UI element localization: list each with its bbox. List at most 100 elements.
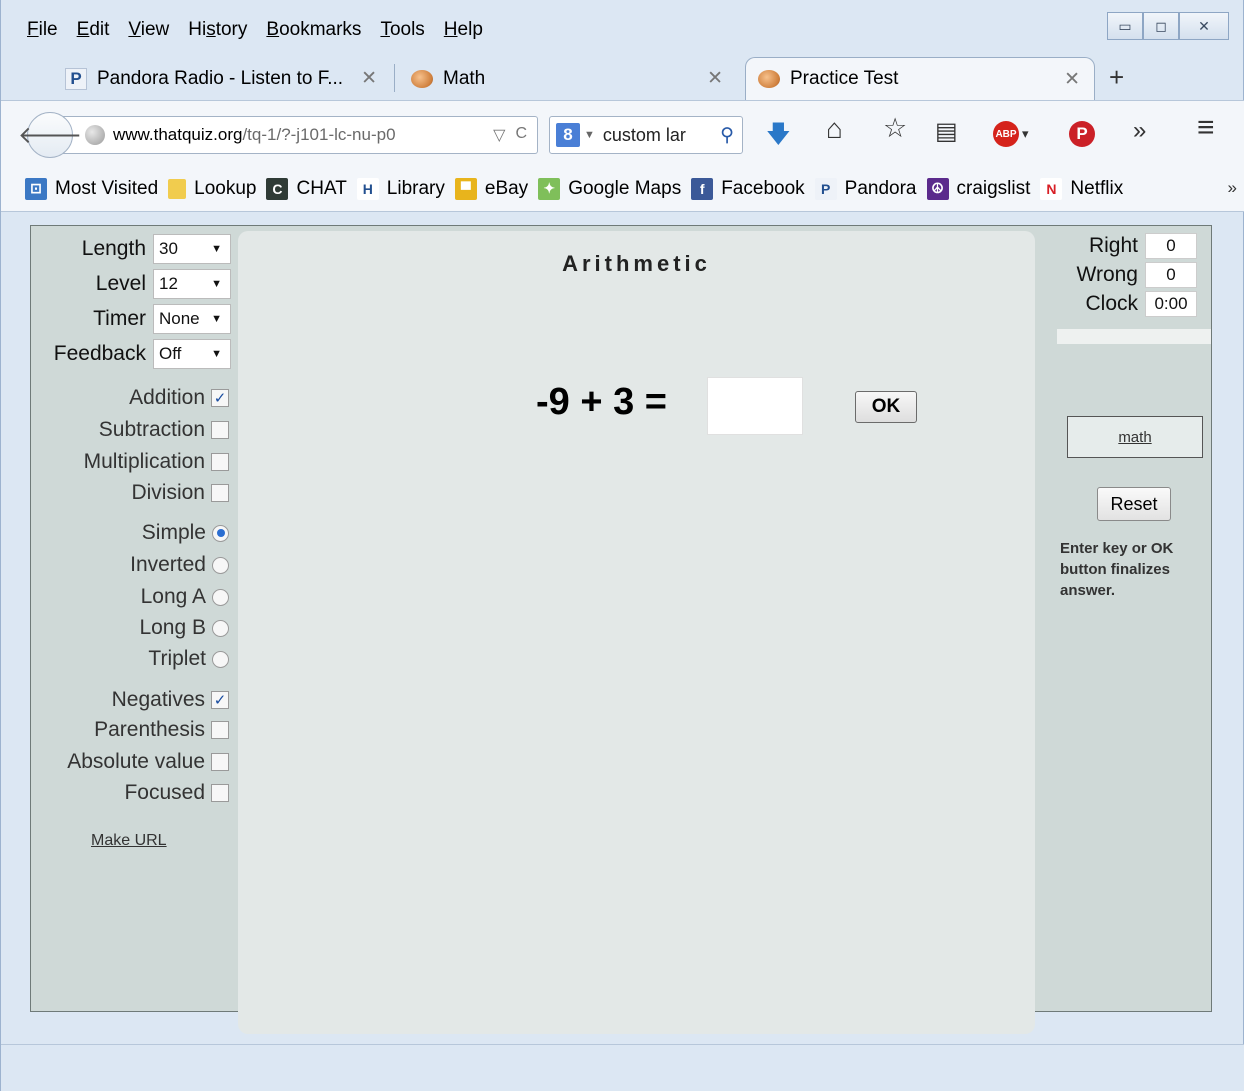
stat-value: 0:00 — [1145, 291, 1197, 317]
folder-icon — [168, 178, 187, 199]
adblock-dropdown-icon[interactable]: ▾ — [1022, 126, 1029, 142]
checkbox[interactable] — [211, 453, 229, 471]
back-arrow-icon: 🡐 — [17, 122, 83, 149]
search-engine-dropdown-icon[interactable]: ▼ — [584, 129, 595, 141]
url-history-dropdown-icon[interactable]: ▽ — [493, 125, 505, 145]
bookmark-label: eBay — [484, 177, 529, 199]
bookmark-library[interactable]: H Library — [356, 177, 445, 200]
status-bar — [1, 1044, 1244, 1091]
length-select[interactable]: 30 ▼ — [153, 234, 231, 264]
option-label: Long B — [139, 616, 206, 639]
option-label: Multiplication — [83, 450, 205, 473]
adblock-icon[interactable]: ABP ▾ — [993, 121, 1029, 147]
tab-close-icon[interactable]: ✕ — [361, 67, 377, 90]
home-icon[interactable]: ⌂ — [826, 113, 843, 145]
menu-history[interactable]: History — [188, 19, 247, 41]
bookmark-label: Library — [386, 177, 445, 199]
bookmark-star-icon[interactable]: ☆ — [883, 113, 907, 144]
close-window-button[interactable]: ✕ — [1179, 12, 1229, 40]
option-long-a: Long A — [31, 582, 229, 612]
bookmark-netflix[interactable]: N Netflix — [1040, 177, 1123, 200]
radio-button[interactable] — [212, 588, 229, 606]
tab-title: Practice Test — [790, 68, 899, 89]
menu-view[interactable]: View — [128, 19, 169, 41]
url-bar[interactable]: www.thatquiz.org /tq-1/?-j101-lc-nu-p0 ▽… — [63, 116, 538, 154]
option-label: Absolute value — [67, 750, 205, 773]
option-label: Simple — [141, 521, 206, 544]
tab-pandora[interactable]: P Pandora Radio - Listen to F... ✕ — [53, 57, 391, 100]
bookmark-lookup[interactable]: Lookup — [168, 178, 256, 200]
stat-label: Right — [1088, 234, 1138, 257]
feedback-select[interactable]: Off ▼ — [153, 339, 231, 369]
ebay-icon: ▀ — [454, 177, 477, 200]
tab-math[interactable]: Math ✕ — [399, 57, 737, 100]
checkbox[interactable] — [211, 784, 229, 802]
search-icon[interactable]: ⚲ — [720, 124, 734, 147]
bookmarks-overflow-icon[interactable]: » — [1228, 178, 1237, 198]
dropdown-arrow-icon: ▼ — [211, 278, 222, 290]
maps-icon: ✦ — [538, 177, 561, 200]
checkbox[interactable] — [211, 421, 229, 439]
search-input[interactable]: custom lar — [603, 125, 686, 146]
pinterest-icon[interactable]: P — [1069, 121, 1095, 147]
radio-button[interactable] — [212, 619, 229, 637]
bookmark-google-maps[interactable]: ✦ Google Maps — [538, 177, 681, 200]
new-tab-button[interactable]: + — [1109, 62, 1124, 93]
checkbox[interactable] — [211, 484, 229, 502]
menu-file[interactable]: File — [27, 19, 58, 41]
stat-label: Clock — [1085, 292, 1138, 315]
back-button[interactable]: 🡐 — [18, 112, 82, 158]
tab-title: Math — [443, 67, 486, 89]
search-engine-icon[interactable]: 8 — [556, 123, 580, 147]
timer-select[interactable]: None ▼ — [153, 304, 231, 334]
search-bar[interactable]: 8 ▼ custom lar ⚲ — [549, 116, 743, 154]
bookmark-label: craigslist — [956, 177, 1031, 199]
tab-close-icon[interactable]: ✕ — [707, 67, 723, 90]
menu-icon[interactable]: ≡ — [1197, 111, 1215, 145]
level-select[interactable]: 12 ▼ — [153, 269, 231, 299]
bookmark-most-visited[interactable]: ⊡ Most Visited — [25, 177, 158, 200]
checkbox[interactable] — [211, 753, 229, 771]
bookmark-pandora[interactable]: P Pandora — [814, 177, 917, 200]
select-value: 12 — [159, 274, 178, 293]
menu-help[interactable]: Help — [444, 19, 483, 41]
ok-button[interactable]: OK — [855, 391, 917, 423]
maximize-button[interactable]: ◻ — [1143, 12, 1179, 40]
reset-button[interactable]: Reset — [1097, 487, 1171, 521]
select-value: None — [159, 309, 200, 328]
tab-practice-test[interactable]: Practice Test ✕ — [745, 57, 1095, 100]
bookmark-chat[interactable]: C CHAT — [266, 177, 347, 200]
checkbox[interactable]: ✓ — [211, 389, 229, 407]
checkbox[interactable] — [211, 721, 229, 739]
answer-input[interactable] — [707, 377, 803, 435]
peace-icon: ☮ — [926, 177, 949, 200]
option-simple: Simple — [31, 518, 229, 548]
bookmark-ebay[interactable]: ▀ eBay — [454, 177, 529, 200]
dropdown-arrow-icon: ▼ — [211, 348, 222, 360]
option-long-b: Long B — [31, 613, 229, 643]
pandora-icon: P — [65, 67, 87, 90]
reading-list-icon[interactable]: ▤ — [935, 117, 958, 146]
checkbox[interactable]: ✓ — [211, 691, 229, 709]
menu-bookmarks[interactable]: Bookmarks — [266, 19, 361, 41]
option-label: Inverted — [130, 553, 206, 576]
bookmark-facebook[interactable]: f Facebook — [691, 177, 805, 200]
reload-icon[interactable]: C — [515, 125, 527, 145]
minimize-button[interactable]: ▭ — [1107, 12, 1143, 40]
overflow-icon[interactable]: » — [1133, 117, 1146, 145]
menu-tools[interactable]: Tools — [380, 19, 424, 41]
download-icon[interactable]: 🡇 — [766, 117, 791, 158]
tab-close-icon[interactable]: ✕ — [1064, 68, 1080, 91]
make-url-link[interactable]: Make URL — [91, 832, 167, 850]
menu-edit[interactable]: Edit — [77, 19, 110, 41]
radio-button[interactable] — [212, 556, 229, 574]
radio-button[interactable] — [212, 650, 229, 668]
tab-title: Pandora Radio - Listen to F... — [97, 67, 344, 89]
stat-right: Right 0 — [1035, 232, 1197, 260]
tab-separator — [394, 64, 395, 92]
bookmark-craigslist[interactable]: ☮ craigslist — [926, 177, 1031, 200]
radio-button[interactable] — [212, 524, 229, 542]
option-label: Division — [131, 481, 205, 504]
math-link[interactable]: math — [1067, 416, 1203, 458]
option-focused: Focused — [31, 778, 229, 808]
